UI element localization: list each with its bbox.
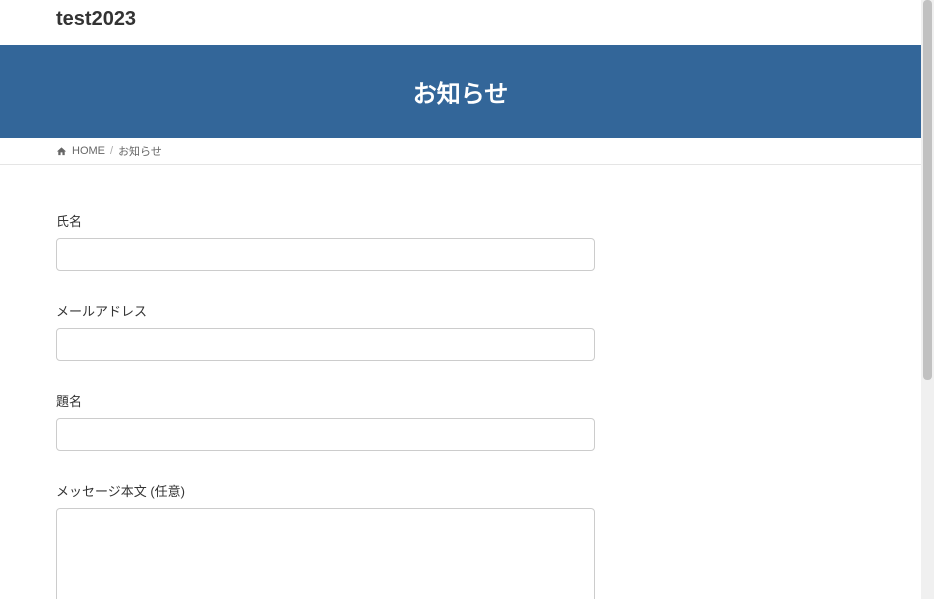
form-group-message: メッセージ本文 (任意) — [56, 481, 865, 599]
name-input[interactable] — [56, 238, 595, 271]
scrollbar-track[interactable] — [921, 0, 934, 599]
page-hero: お知らせ — [0, 45, 921, 138]
form-group-name: 氏名 — [56, 211, 865, 271]
breadcrumb: HOME / お知らせ — [0, 138, 921, 165]
name-label: 氏名 — [56, 211, 865, 230]
site-title[interactable]: test2023 — [56, 8, 865, 31]
breadcrumb-home-link[interactable]: HOME — [72, 145, 105, 157]
page-title: お知らせ — [413, 74, 509, 109]
subject-input[interactable] — [56, 418, 595, 451]
scrollbar-thumb[interactable] — [923, 0, 932, 380]
form-group-subject: 題名 — [56, 391, 865, 451]
home-icon — [56, 146, 67, 157]
breadcrumb-current: お知らせ — [118, 143, 162, 159]
email-label: メールアドレス — [56, 301, 865, 320]
subject-label: 題名 — [56, 391, 865, 410]
form-group-email: メールアドレス — [56, 301, 865, 361]
page-viewport: test2023 お知らせ HOME / お知らせ 氏名 メールアドレス 題名 … — [0, 0, 921, 599]
content-area: 氏名 メールアドレス 題名 メッセージ本文 (任意) — [0, 165, 921, 599]
email-input[interactable] — [56, 328, 595, 361]
site-header: test2023 — [0, 0, 921, 45]
message-textarea[interactable] — [56, 508, 595, 599]
breadcrumb-separator: / — [110, 145, 113, 157]
message-label: メッセージ本文 (任意) — [56, 481, 865, 500]
